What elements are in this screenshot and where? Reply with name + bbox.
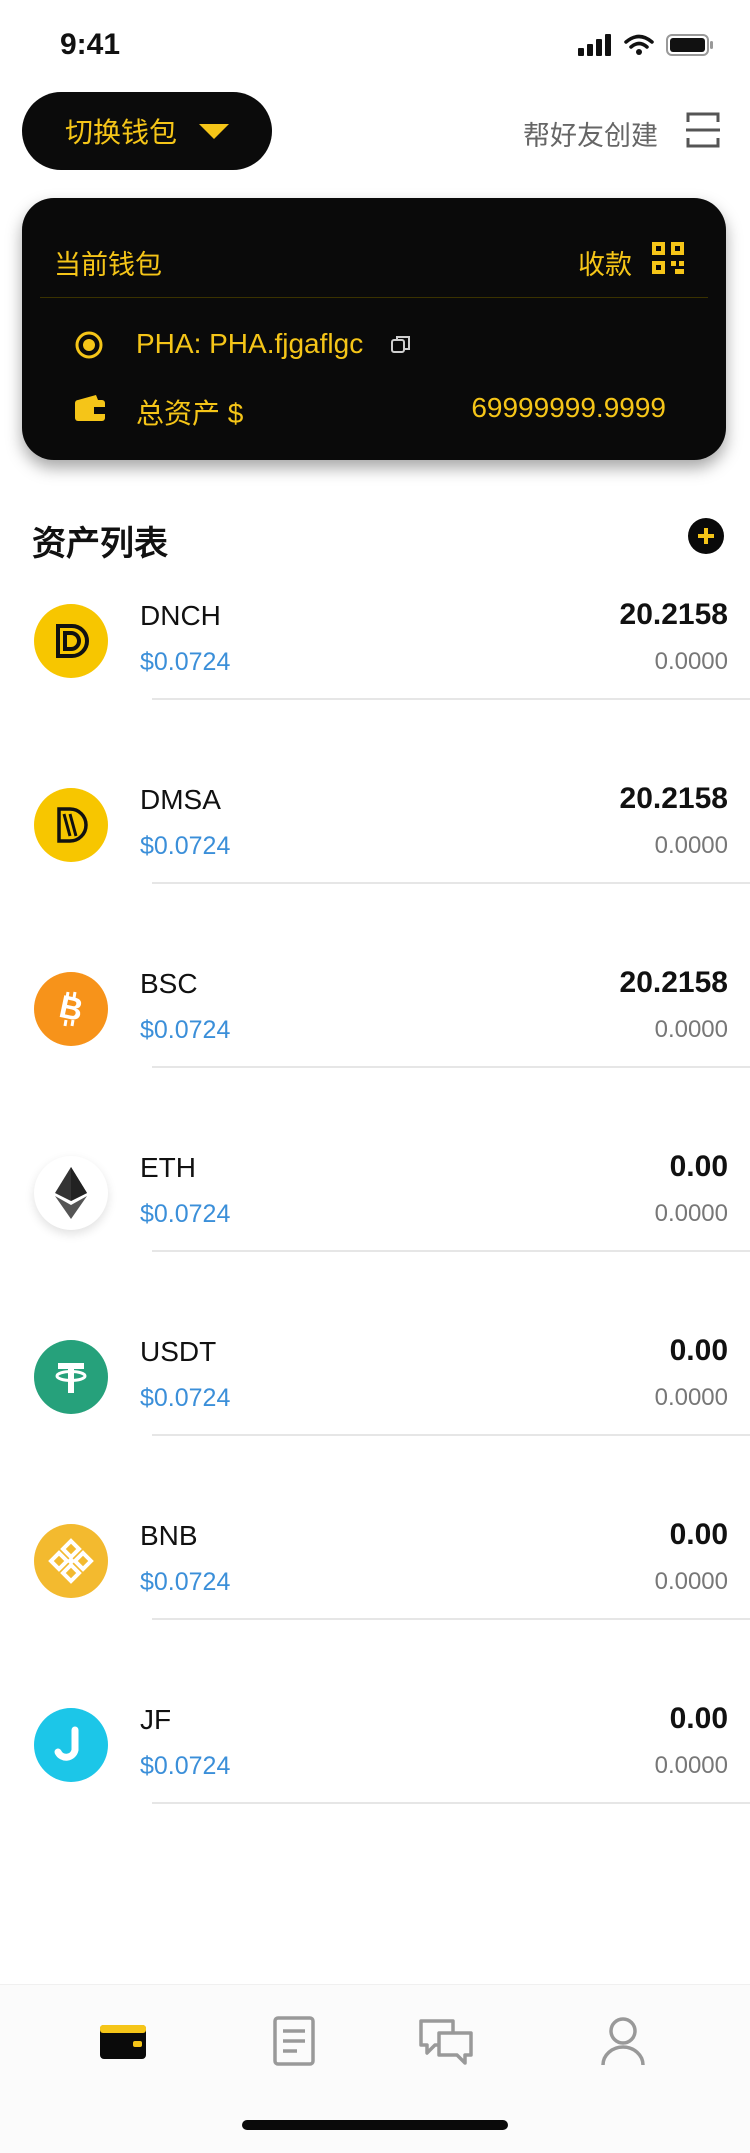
asset-row[interactable]: DNCH $0.0724 20.2158 0.0000	[0, 586, 750, 770]
nav-messages-tab[interactable]	[417, 2015, 473, 2067]
add-asset-button[interactable]	[688, 518, 724, 554]
plus-icon	[698, 528, 714, 544]
profile-icon	[601, 2017, 645, 2066]
asset-balance: 0.00	[669, 1702, 728, 1735]
asset-price: $0.0724	[140, 648, 231, 676]
nav-records-tab[interactable]	[268, 2015, 320, 2067]
ethereum-coin-icon	[34, 1156, 108, 1230]
copy-icon[interactable]	[390, 334, 412, 356]
status-time: 9:41	[60, 28, 121, 61]
asset-row[interactable]: BNB $0.0724 0.00 0.0000	[0, 1506, 750, 1690]
asset-price: $0.0724	[140, 1752, 231, 1780]
tether-coin-icon	[34, 1340, 108, 1414]
asset-value: 0.0000	[654, 1568, 728, 1595]
asset-row[interactable]: B BSC $0.0724 20.2158 0.0000	[0, 954, 750, 1138]
signal-icon	[578, 34, 611, 56]
document-icon	[273, 2016, 315, 2066]
asset-value: 0.0000	[654, 648, 728, 675]
asset-row[interactable]: JF $0.0724 0.00 0.0000	[0, 1690, 750, 1874]
asset-list-title: 资产列表	[32, 525, 168, 563]
dmsa-coin-icon	[34, 788, 108, 862]
asset-price: $0.0724	[140, 1384, 231, 1412]
current-wallet-title: 当前钱包	[54, 250, 162, 280]
asset-row[interactable]: DMSA $0.0724 20.2158 0.0000	[0, 770, 750, 954]
nav-wallet-tab[interactable]	[97, 2015, 149, 2067]
chevron-down-icon	[199, 123, 229, 139]
jf-coin-icon	[34, 1708, 108, 1782]
wallet-tab-icon	[100, 2025, 146, 2059]
asset-balance: 0.00	[669, 1518, 728, 1551]
total-assets-label: 总资产 $	[136, 398, 244, 429]
asset-symbol: DNCH	[140, 600, 221, 631]
asset-price: $0.0724	[140, 1568, 231, 1596]
home-indicator	[242, 2120, 508, 2130]
row-divider	[152, 1066, 750, 1068]
asset-symbol: BSC	[140, 968, 198, 999]
row-divider	[152, 882, 750, 884]
asset-symbol: ETH	[140, 1152, 196, 1183]
asset-price: $0.0724	[140, 1200, 231, 1228]
wallet-icon	[75, 395, 105, 421]
switch-wallet-button[interactable]: 切换钱包	[22, 92, 272, 170]
row-divider	[152, 1618, 750, 1620]
row-divider	[152, 1434, 750, 1436]
asset-balance: 20.2158	[619, 598, 728, 631]
asset-value: 0.0000	[654, 1016, 728, 1043]
asset-symbol: DMSA	[140, 784, 221, 815]
chat-icon	[419, 2019, 473, 2065]
nav-profile-tab[interactable]	[597, 2015, 649, 2067]
total-assets-value: 69999999.9999	[471, 392, 666, 423]
target-icon	[75, 331, 103, 359]
bnb-coin-icon	[34, 1524, 108, 1598]
asset-value: 0.0000	[654, 1752, 728, 1779]
row-divider	[152, 1250, 750, 1252]
wallet-address: PHA: PHA.fjgaflgc	[136, 328, 364, 359]
asset-symbol: BNB	[140, 1520, 198, 1551]
asset-value: 0.0000	[654, 1200, 728, 1227]
battery-icon	[666, 34, 713, 56]
card-divider	[40, 297, 708, 298]
wifi-icon	[624, 34, 654, 55]
row-divider	[152, 1802, 750, 1804]
asset-row[interactable]: ETH $0.0724 0.00 0.0000	[0, 1138, 750, 1322]
asset-balance: 0.00	[669, 1334, 728, 1367]
status-icons	[578, 34, 714, 56]
asset-symbol: USDT	[140, 1336, 217, 1367]
asset-balance: 0.00	[669, 1150, 728, 1183]
row-divider	[152, 698, 750, 700]
asset-symbol: JF	[140, 1704, 172, 1735]
switch-wallet-label: 切换钱包	[64, 117, 177, 148]
asset-price: $0.0724	[140, 1016, 231, 1044]
asset-balance: 20.2158	[619, 782, 728, 815]
asset-row[interactable]: USDT $0.0724 0.00 0.0000	[0, 1322, 750, 1506]
bitcoin-coin-icon: B	[34, 972, 108, 1046]
asset-price: $0.0724	[140, 832, 231, 860]
dnch-coin-icon	[34, 604, 108, 678]
receive-button[interactable]: 收款	[578, 243, 632, 282]
qr-code-icon[interactable]	[652, 242, 684, 274]
help-friend-create-link[interactable]: 帮好友创建	[523, 114, 658, 153]
asset-balance: 20.2158	[619, 966, 728, 999]
scan-icon[interactable]	[686, 112, 720, 148]
asset-value: 0.0000	[654, 1384, 728, 1411]
asset-value: 0.0000	[654, 832, 728, 859]
